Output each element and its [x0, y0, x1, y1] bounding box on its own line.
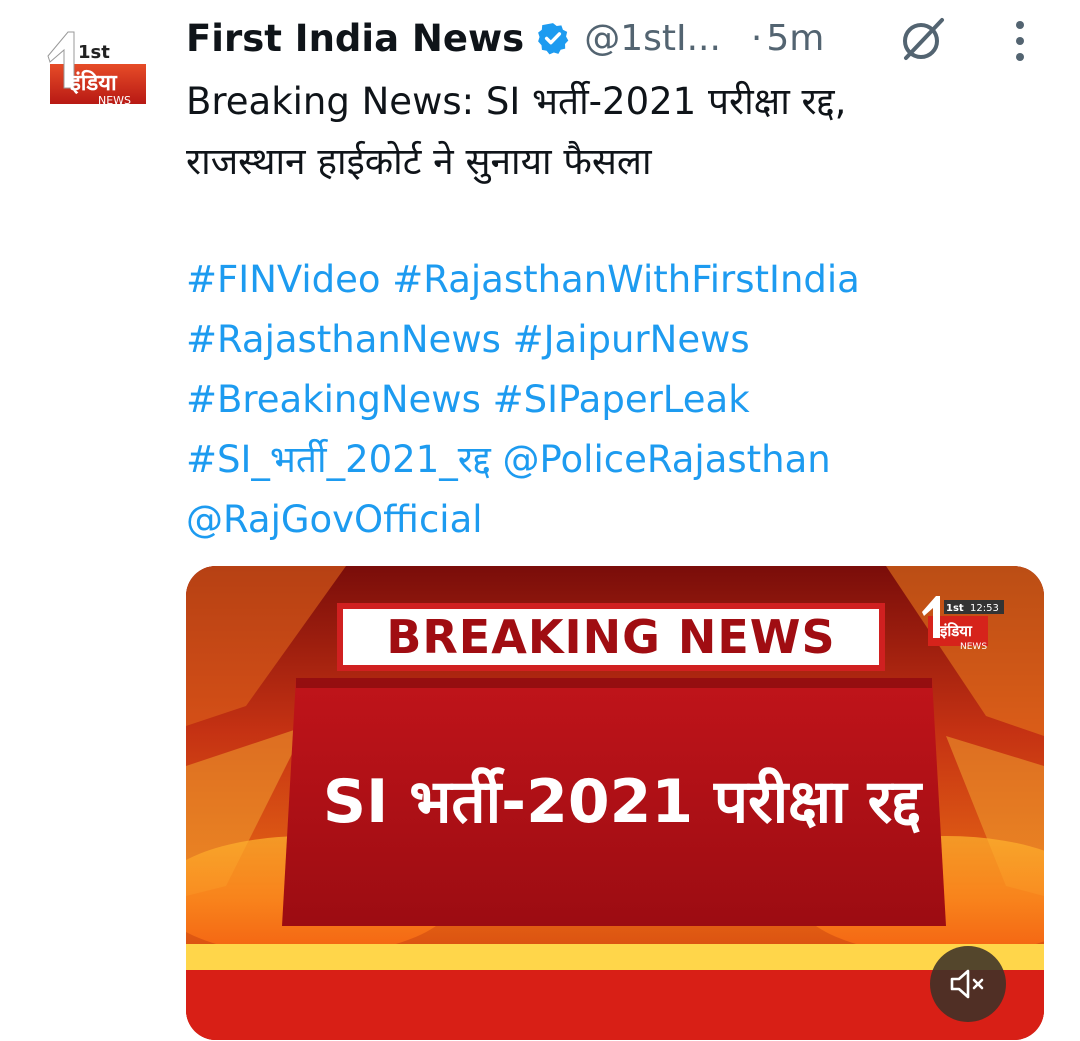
first-india-logo: 1st इंडिया NEWS — [47, 31, 146, 107]
tweet-text: Breaking News: SI भर्ती-2021 परीक्षा रद्… — [186, 72, 1046, 192]
breaking-news-banner: BREAKING NEWS — [386, 610, 836, 664]
tweet-timestamp[interactable]: 5m — [766, 18, 824, 59]
tweet-text-line: Breaking News: SI भर्ती-2021 परीक्षा रद्… — [186, 80, 847, 123]
hashtag-line[interactable]: #SI_भर्ती_2021_रद्द @PoliceRajasthan — [186, 430, 1066, 490]
verified-badge-icon — [536, 21, 570, 55]
hashtag-line[interactable]: #RajasthanNews #JaipurNews — [186, 310, 1066, 370]
mute-icon — [950, 969, 984, 999]
tweet-hashtags: #FINVideo #RajasthanWithFirstIndia #Raja… — [186, 250, 1066, 550]
author-handle[interactable]: @1stI... — [584, 18, 721, 59]
svg-text:इंडिया: इंडिया — [69, 69, 118, 96]
video-headline: SI भर्ती-2021 परीक्षा रद्द — [322, 767, 922, 837]
tweet-text-line: राजस्थान हाईकोर्ट ने सुनाया फैसला — [186, 140, 652, 183]
svg-text:1st: 1st — [946, 603, 964, 614]
more-options-icon[interactable] — [1008, 18, 1032, 64]
hashtag-line[interactable]: #BreakingNews #SIPaperLeak — [186, 370, 1066, 430]
svg-text:NEWS: NEWS — [98, 94, 131, 107]
author-name[interactable]: First India News — [186, 17, 524, 60]
svg-text:इंडिया: इंडिया — [939, 622, 973, 640]
channel-logo: 1st 12:53 इंडिया NEWS — [920, 594, 1006, 654]
video-player[interactable]: BREAKING NEWS SI भर्ती-2021 परीक्षा रद्द… — [186, 566, 1044, 1040]
svg-text:NEWS: NEWS — [960, 642, 987, 652]
author-avatar[interactable]: 1st इंडिया NEWS — [40, 28, 152, 112]
hashtag-line[interactable]: #FINVideo #RajasthanWithFirstIndia — [186, 250, 1066, 310]
svg-text:1st: 1st — [78, 42, 110, 63]
mention-line[interactable]: @RajGovOfficial — [186, 490, 1066, 550]
separator-dot: · — [750, 17, 763, 59]
grok-icon[interactable] — [898, 14, 948, 64]
mute-button[interactable] — [930, 946, 1006, 1022]
svg-text:12:53: 12:53 — [970, 603, 999, 614]
